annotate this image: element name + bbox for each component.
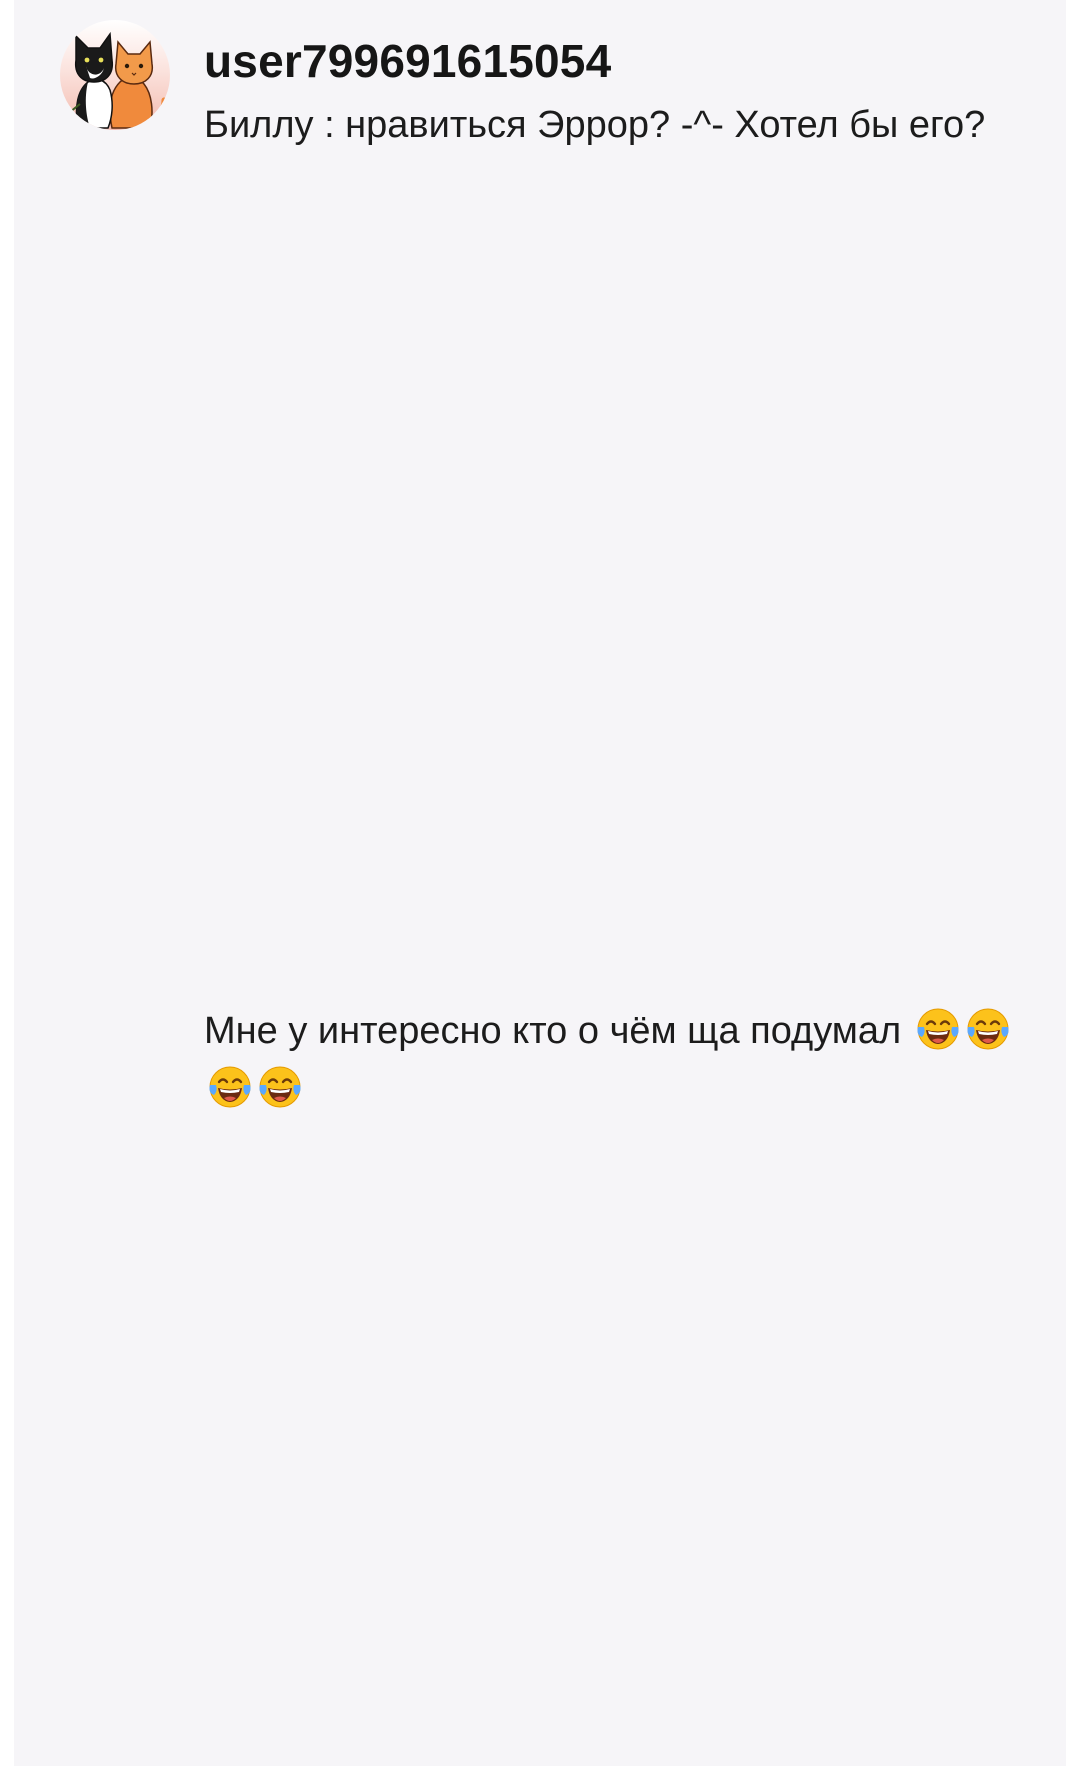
comment-text: Биллу : нравиться Эррор? -^- Хотел бы ег…	[204, 104, 986, 146]
avatar[interactable]	[60, 20, 170, 130]
reply-text: Мне у интересно кто о чём ща подумал	[204, 1002, 1054, 1118]
face-with-tears-of-joy-icon	[206, 1063, 254, 1111]
face-with-tears-of-joy-icon	[256, 1063, 304, 1111]
comment-card: user799691615054 Биллу : нравиться Эррор…	[14, 0, 1066, 1766]
username[interactable]: user799691615054	[204, 34, 611, 88]
reply-message: Мне у интересно кто о чём ща подумал	[204, 1010, 902, 1052]
face-with-tears-of-joy-icon	[914, 1005, 962, 1053]
cats-avatar-icon	[69, 31, 167, 129]
face-with-tears-of-joy-icon	[964, 1005, 1012, 1053]
